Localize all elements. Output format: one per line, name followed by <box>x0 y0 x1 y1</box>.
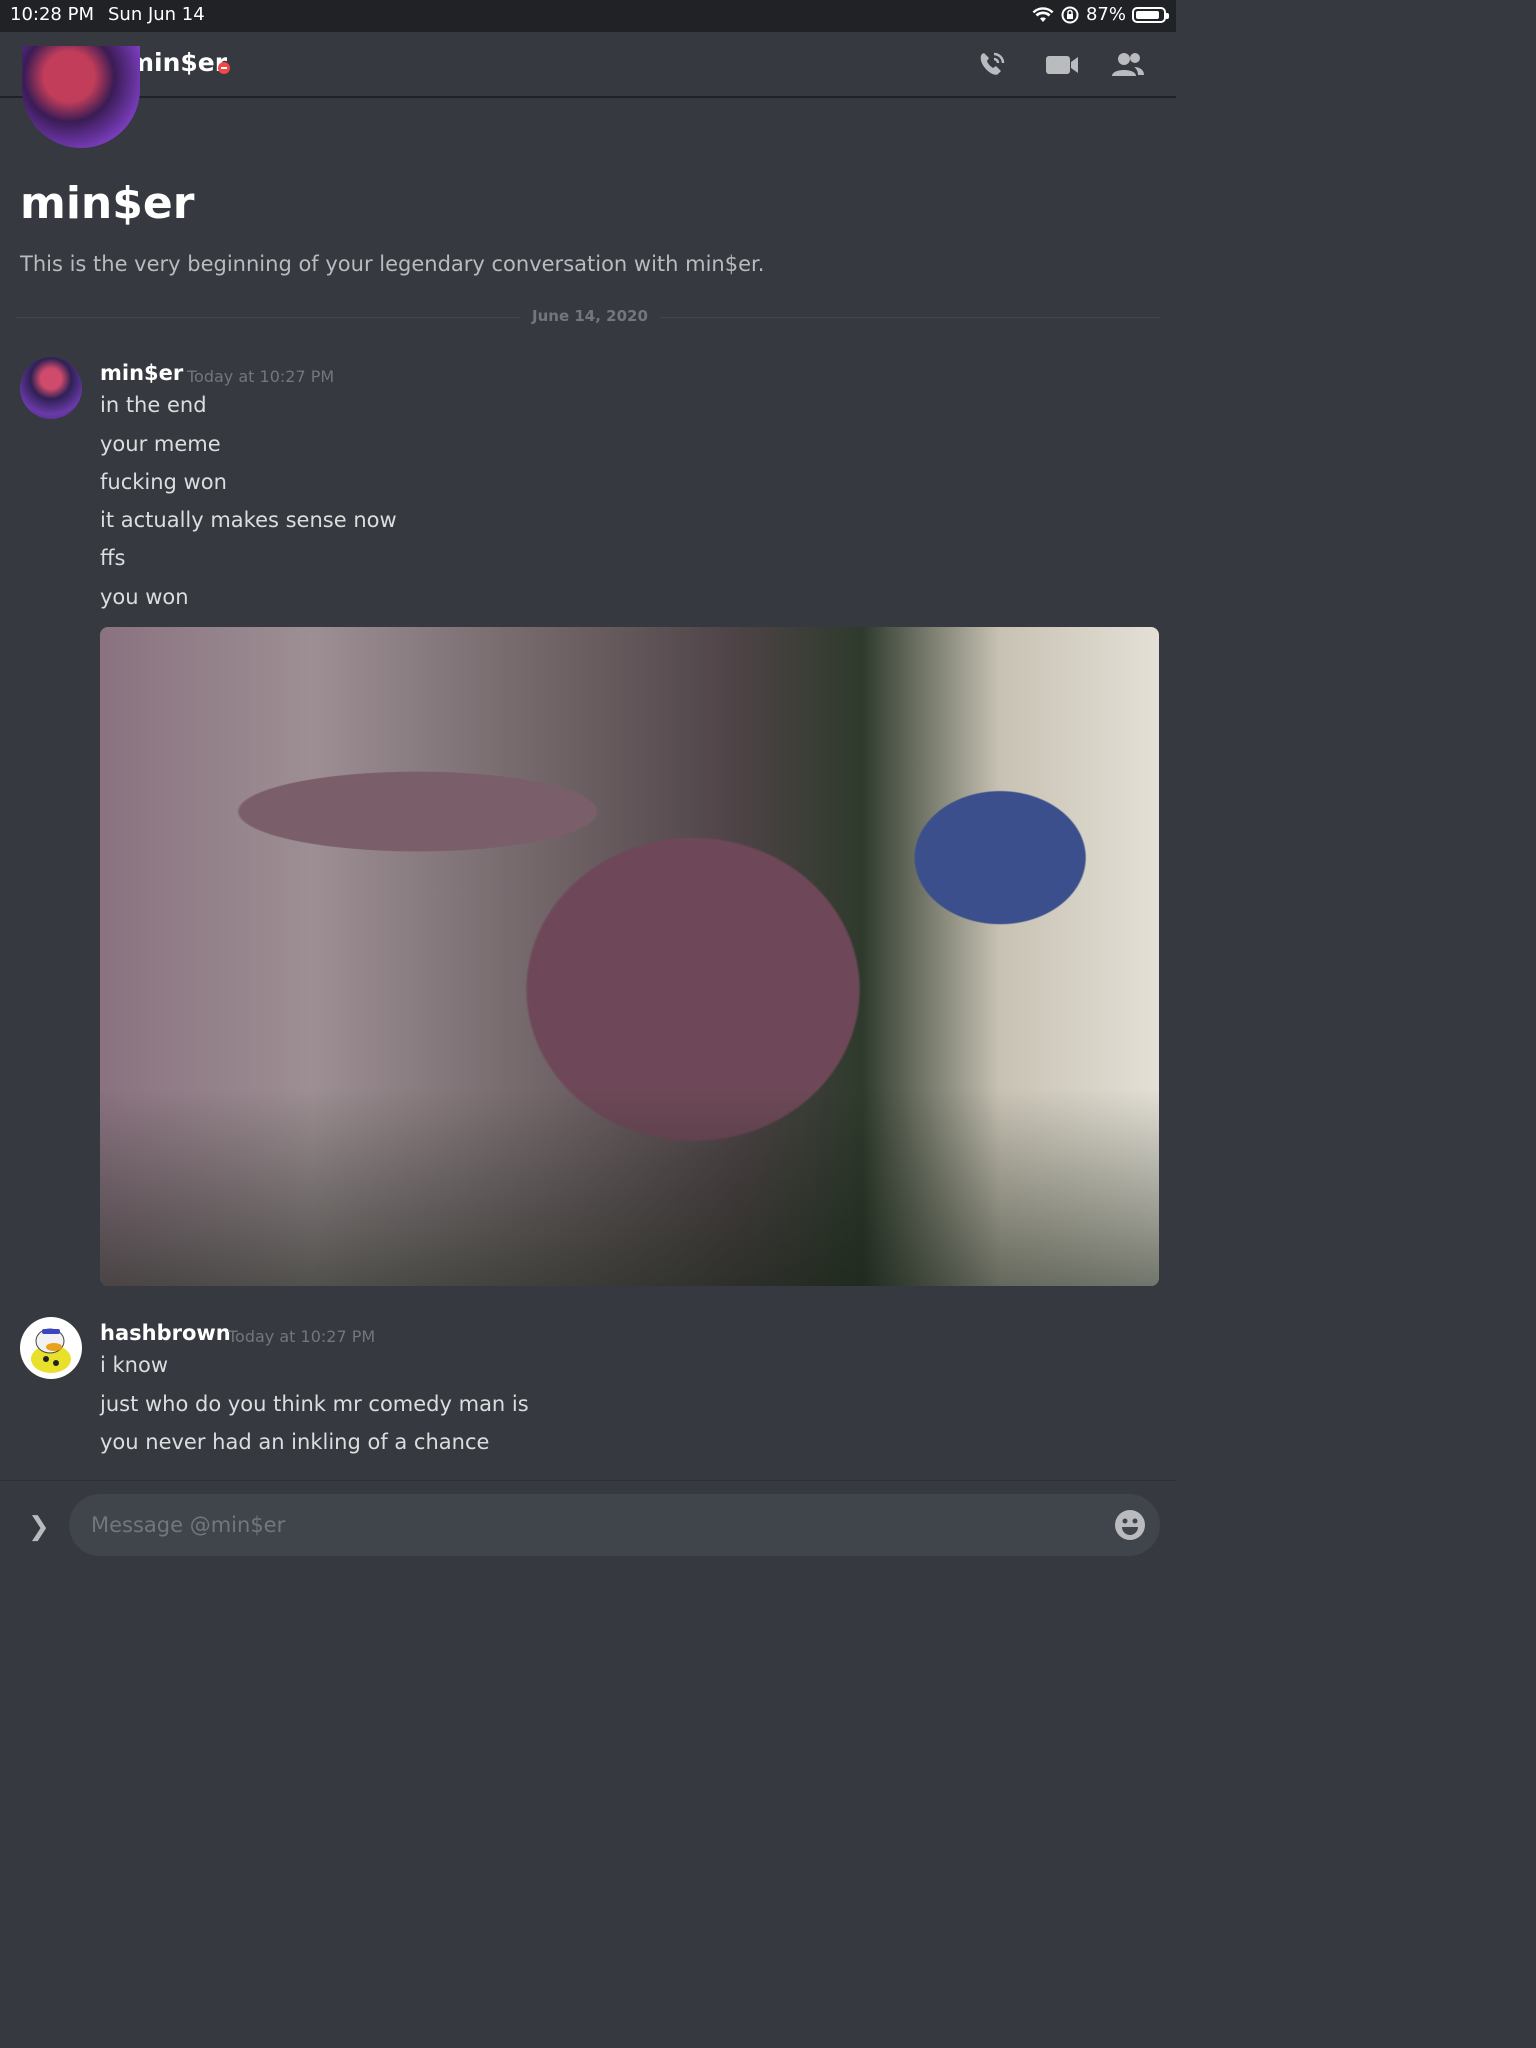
message-input[interactable] <box>69 1494 1160 1556</box>
message-timestamp: Today at 10:27 PM <box>187 367 335 386</box>
video-icon[interactable] <box>1044 48 1080 82</box>
message-line: you never had an inkling of a chance <box>100 1430 490 1454</box>
dnd-status-icon <box>218 62 230 74</box>
wifi-icon <box>1032 6 1054 22</box>
rotation-lock-icon <box>1061 6 1079 23</box>
intro-description: This is the very beginning of your legen… <box>20 252 765 276</box>
intro-avatar <box>22 46 140 148</box>
status-date: Sun Jun 14 <box>108 4 205 25</box>
status-time: 10:28 PM <box>10 4 94 25</box>
message-author[interactable]: min$er <box>100 361 183 385</box>
message-timestamp: Today at 10:27 PM <box>228 1327 376 1346</box>
message-author[interactable]: hashbrown <box>100 1321 231 1345</box>
intro-name: min$er <box>20 178 195 229</box>
members-icon[interactable] <box>1110 48 1146 82</box>
message-line: your meme <box>100 432 221 456</box>
status-bar: 10:28 PM Sun Jun 14 87% <box>0 0 1176 32</box>
call-icon[interactable] <box>974 48 1010 82</box>
message-line: in the end <box>100 393 207 417</box>
duck-avatar-icon <box>31 1328 71 1373</box>
image-attachment[interactable] <box>100 627 1159 1286</box>
message-line: you won <box>100 585 189 609</box>
avatar[interactable] <box>20 1317 82 1379</box>
message-line: i know <box>100 1353 169 1377</box>
message-line: it actually makes sense now <box>100 508 397 532</box>
channel-header: @ min$er <box>0 32 1176 98</box>
message-line: ffs <box>100 546 126 570</box>
date-divider-label: June 14, 2020 <box>520 307 660 325</box>
chevron-right-icon[interactable]: ❯ <box>28 1512 50 1542</box>
battery-percent: 87% <box>1085 4 1126 25</box>
header-title: min$er <box>128 48 228 77</box>
avatar[interactable] <box>20 357 82 419</box>
message-line: fucking won <box>100 470 227 494</box>
emoji-icon[interactable] <box>1114 1509 1146 1541</box>
message-line: just who do you think mr comedy man is <box>100 1392 529 1416</box>
status-right: 87% <box>1032 4 1169 25</box>
battery-icon <box>1132 6 1169 23</box>
